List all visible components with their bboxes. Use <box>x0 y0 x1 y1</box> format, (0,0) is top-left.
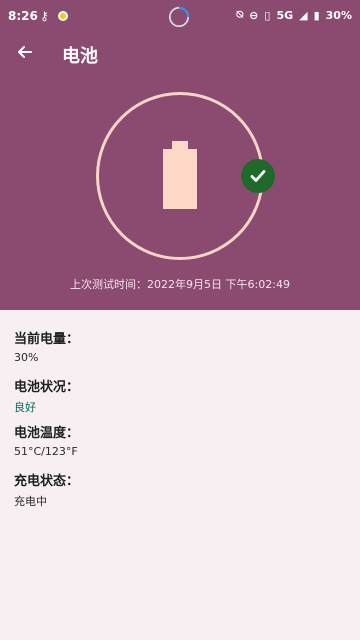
chrome-icon <box>58 11 68 21</box>
vibration-icon: ▯ <box>264 8 271 22</box>
battery-health-label: 电池状况： <box>14 380 80 395</box>
dnd-icon: ⊖ <box>249 8 259 22</box>
battery-temperature-item: 电池温度： 51°C/123°F <box>14 422 79 458</box>
battery-cap <box>172 141 188 149</box>
back-arrow-icon <box>18 46 32 58</box>
battery-level-label: 当前电量： <box>14 332 80 347</box>
status-icons: ⍉ ⊖ ▯ 5G ◢ ▮ 30% <box>237 8 352 22</box>
battery-temperature-label: 电池温度： <box>14 426 80 441</box>
battery-graphic <box>163 149 197 209</box>
page-title: 电池 <box>62 46 98 67</box>
charging-status-item: 充电状态： 充电中 <box>14 470 79 509</box>
silent-icon: ⍉ <box>236 8 244 21</box>
back-button[interactable] <box>12 40 36 64</box>
check-icon <box>241 159 275 193</box>
last-test-time: 上次测试时间：2022年9月5日 下午6:02:49 <box>70 278 290 291</box>
status-bar: 8:26 ⚷ ⍉ ⊖ ▯ 5G ◢ ▮ 30% <box>0 0 360 32</box>
battery-details: 当前电量： 30% 电池状况： 良好 电池温度： 51°C/123°F 充电状态… <box>0 310 360 640</box>
battery-level-item: 当前电量： 30% <box>14 328 79 364</box>
battery-health-value: 良好 <box>14 401 36 414</box>
battery-health-item: 电池状况： 良好 <box>14 376 79 415</box>
status-time: 8:26 <box>8 9 38 23</box>
battery-icon: ▮ <box>313 8 320 22</box>
loading-spinner-icon <box>168 6 190 28</box>
charging-status-value: 充电中 <box>14 495 47 508</box>
battery-percent: 30% <box>325 8 352 22</box>
charging-status-label: 充电状态： <box>14 474 80 489</box>
signal-icon: ◢ <box>299 8 308 22</box>
battery-temperature-value: 51°C/123°F <box>14 445 78 458</box>
key-icon: ⚷ <box>40 9 49 23</box>
battery-level-value: 30% <box>14 351 39 364</box>
network-5g-icon: 5G <box>276 8 294 22</box>
battery-header: 8:26 ⚷ ⍉ ⊖ ▯ 5G ◢ ▮ 30% 电池 上次测试时间：2022年9… <box>0 0 360 310</box>
